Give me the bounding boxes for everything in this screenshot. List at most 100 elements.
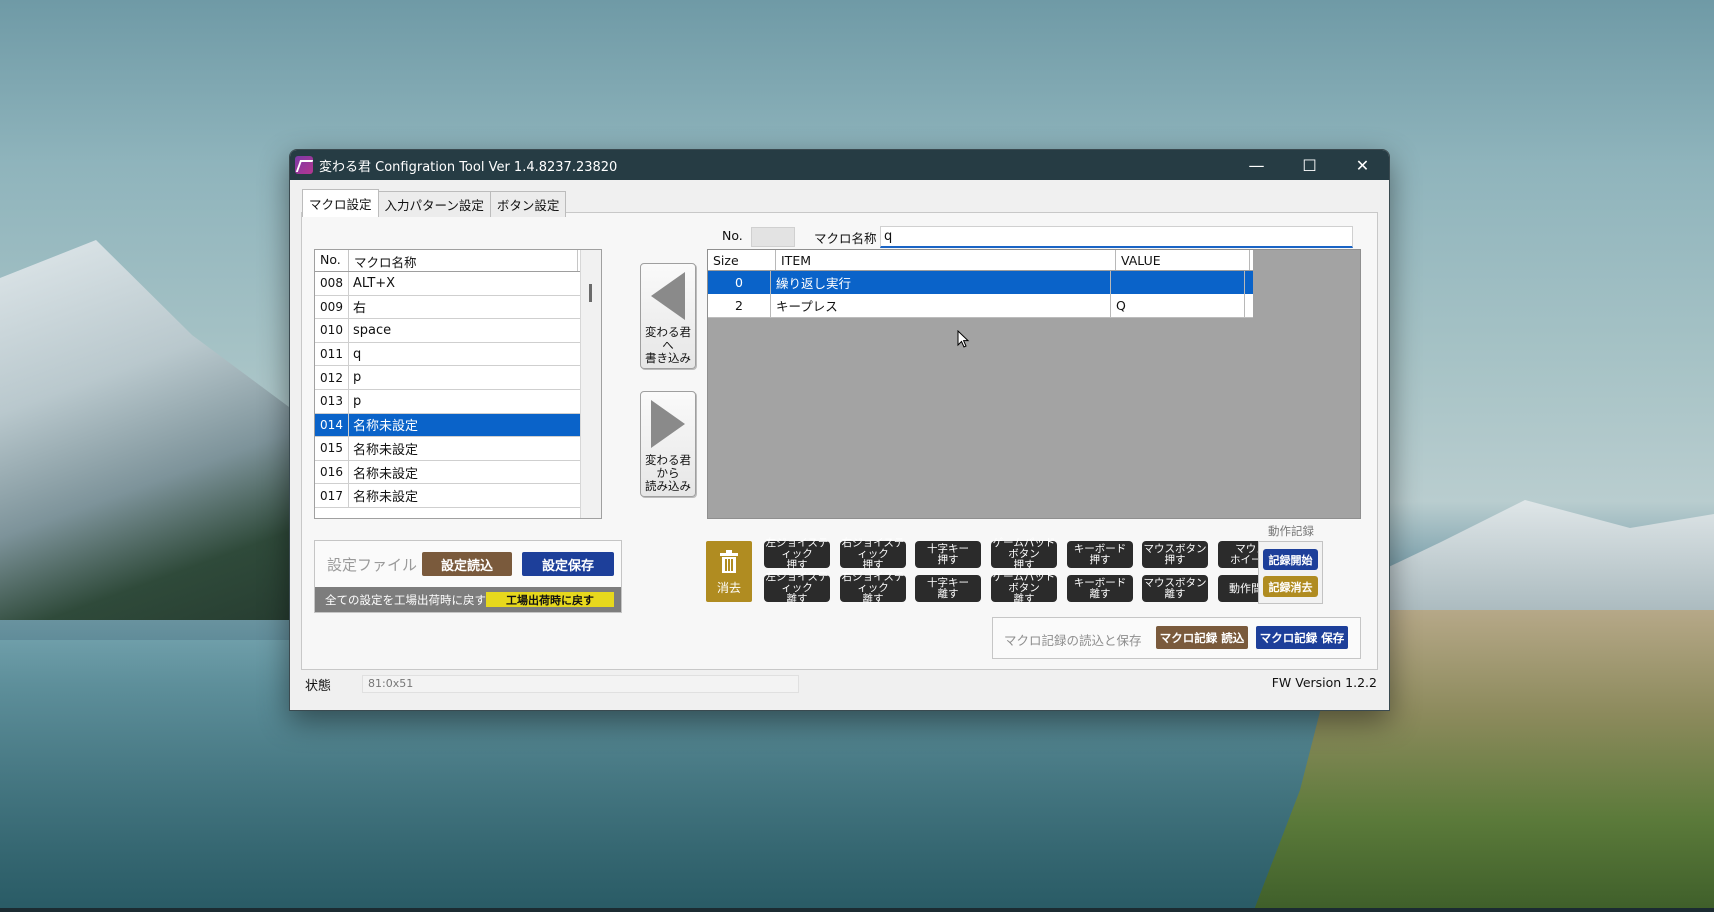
title-bar[interactable]: 変わる君 Configration Tool Ver 1.4.8237.2382… <box>290 150 1389 180</box>
btn-line1: 十字キー <box>927 576 969 589</box>
row-no: 011 <box>315 342 349 366</box>
column-header-value: VALUE <box>1116 250 1250 270</box>
desktop-mountain-left <box>0 240 320 620</box>
macro-save-button[interactable]: マクロ記録 保存 <box>1256 626 1348 649</box>
macro-file-panel: マクロ記録の読込と保存 マクロ記録 読込 マクロ記録 保存 <box>992 617 1361 659</box>
column-header-size: Size <box>708 250 776 270</box>
macro-list[interactable]: No. マクロ名称 008 ALT+X 009 右 010 space 011 q 01… <box>314 249 602 519</box>
row-name: 名称未設定 <box>349 484 582 507</box>
close-icon[interactable]: ✕ <box>1336 150 1389 180</box>
write-to-device-button[interactable]: 変わる君 へ 書き込み <box>640 263 696 369</box>
row-name: 名称未設定 <box>349 437 582 460</box>
table-row[interactable]: 011 q <box>315 342 601 367</box>
grid-cell-value <box>1111 271 1245 294</box>
grid-row-selected[interactable]: 0 繰り返し実行 <box>708 271 1253 295</box>
btn-line2: 離す <box>862 593 884 605</box>
tab-input-pattern[interactable]: 入力パターン設定 <box>377 191 491 217</box>
maximize-icon[interactable]: ☐ <box>1283 150 1336 180</box>
btn-line1: 右ジョイスティック <box>841 571 905 594</box>
right-stick-press-button[interactable]: 右ジョイスティック 押す <box>840 538 906 571</box>
column-header-name: マクロ名称 <box>349 250 578 271</box>
window-title: 変わる君 Configration Tool Ver 1.4.8237.2382… <box>319 159 618 175</box>
macro-load-button[interactable]: マクロ記録 読込 <box>1156 626 1248 649</box>
settings-file-label: 設定ファイル <box>327 556 418 574</box>
column-header-item: ITEM <box>776 250 1116 270</box>
fw-version: FW Version 1.2.2 <box>1271 675 1377 690</box>
table-row[interactable]: 017 名称未設定 <box>315 484 601 508</box>
row-name: p <box>349 389 582 413</box>
factory-reset-text: 全ての設定を工場出荷時に戻す <box>325 593 486 607</box>
arrow-left-icon <box>651 272 685 320</box>
delete-label: 消去 <box>716 581 741 595</box>
trash-icon <box>720 550 738 573</box>
grid-cell-value: Q <box>1111 294 1245 317</box>
left-stick-release-button[interactable]: 左ジョイスティック 離す <box>764 571 830 605</box>
write-to-device-label: 変わる君 へ 書き込み <box>645 325 691 365</box>
record-start-button[interactable]: 記録開始 <box>1263 549 1318 570</box>
grid-row[interactable]: 2 キープレス Q <box>708 294 1253 318</box>
recording-panel: 記録開始 記録消去 <box>1258 541 1323 604</box>
no-field[interactable] <box>751 227 795 247</box>
app-window: 変わる君 Configration Tool Ver 1.4.8237.2382… <box>289 149 1390 711</box>
row-no: 014 <box>315 413 349 437</box>
row-name: 名称未設定 <box>349 460 582 484</box>
btn-line2: 離す <box>1164 587 1186 600</box>
gamepad-button-press-button[interactable]: ゲームパッドボタン 押す <box>991 537 1057 571</box>
table-row[interactable]: 013 p <box>315 389 601 414</box>
table-row[interactable]: 016 名称未設定 <box>315 460 601 485</box>
table-row[interactable]: 015 名称未設定 <box>315 437 601 461</box>
table-row[interactable]: 008 ALT+X <box>315 272 601 296</box>
row-name: 右 <box>349 295 582 319</box>
btn-line1: キーボード <box>1073 576 1127 589</box>
macro-item-grid[interactable]: Size ITEM VALUE 0 繰り返し実行 2 キープレス Q <box>707 249 1361 519</box>
minimize-icon[interactable]: — <box>1230 150 1283 180</box>
left-stick-press-button[interactable]: 左ジョイスティック 押す <box>764 537 830 571</box>
arrow-right-icon <box>651 400 685 448</box>
macro-list-scrollbar[interactable] <box>580 250 601 518</box>
delete-button[interactable]: 消去 <box>706 541 752 602</box>
btn-line1: 左ジョイスティック <box>765 571 829 594</box>
keyboard-release-button[interactable]: キーボード 離す <box>1067 575 1133 602</box>
status-label: 状態 <box>305 679 332 694</box>
table-row[interactable]: 012 p <box>315 366 601 390</box>
tab-button-settings[interactable]: ボタン設定 <box>489 191 567 217</box>
grid-cell-item: 繰り返し実行 <box>771 271 1111 294</box>
mouse-button-press-button[interactable]: マウスボタン 押す <box>1142 541 1208 568</box>
btn-line2: 押す <box>937 553 959 566</box>
gamepad-button-release-button[interactable]: ゲームパッドボタン 離す <box>991 571 1057 605</box>
settings-file-panel: 設定ファイル 設定読込 設定保存 全ての設定を工場出荷時に戻す 工場出荷時に戻す <box>314 540 622 613</box>
settings-save-button[interactable]: 設定保存 <box>522 552 614 576</box>
tab-macro-settings[interactable]: マクロ設定 <box>302 189 379 217</box>
btn-line1: 左ジョイスティック <box>765 537 829 560</box>
grid-header: Size ITEM VALUE <box>708 250 1253 271</box>
table-row-selected[interactable]: 014 名称未設定 <box>315 413 601 438</box>
dpad-release-button[interactable]: 十字キー 離す <box>915 575 981 602</box>
btn-line1: ゲームパッドボタン <box>992 537 1056 560</box>
btn-line2: 押す <box>786 559 808 571</box>
row-no: 009 <box>315 295 349 319</box>
scrollbar-thumb[interactable] <box>589 284 592 302</box>
record-clear-button[interactable]: 記録消去 <box>1263 576 1318 597</box>
macro-file-label: マクロ記録の読込と保存 <box>1004 633 1142 648</box>
dpad-press-button[interactable]: 十字キー 押す <box>915 541 981 568</box>
factory-reset-button[interactable]: 工場出荷時に戻す <box>486 592 614 607</box>
mouse-button-release-button[interactable]: マウスボタン 離す <box>1142 575 1208 602</box>
taskbar-edge <box>0 908 1714 912</box>
macro-name-input[interactable]: q <box>880 226 1353 248</box>
btn-line1: ゲームパッドボタン <box>992 571 1056 594</box>
btn-line1: マウスボタン <box>1143 576 1207 589</box>
right-stick-release-button[interactable]: 右ジョイスティック 離す <box>840 571 906 605</box>
row-no: 015 <box>315 437 349 460</box>
btn-line2: 押す <box>1013 559 1035 571</box>
no-label: No. <box>722 228 743 243</box>
table-row[interactable]: 010 space <box>315 319 601 343</box>
keyboard-press-button[interactable]: キーボード 押す <box>1067 541 1133 568</box>
row-no: 008 <box>315 272 349 295</box>
read-from-device-button[interactable]: 変わる君 から 読み込み <box>640 391 696 497</box>
settings-load-button[interactable]: 設定読込 <box>422 552 512 576</box>
table-row[interactable]: 009 右 <box>315 295 601 320</box>
macro-list-header: No. マクロ名称 <box>315 250 601 272</box>
row-no: 017 <box>315 484 349 507</box>
btn-line2: 離す <box>786 593 808 605</box>
row-no: 010 <box>315 319 349 342</box>
